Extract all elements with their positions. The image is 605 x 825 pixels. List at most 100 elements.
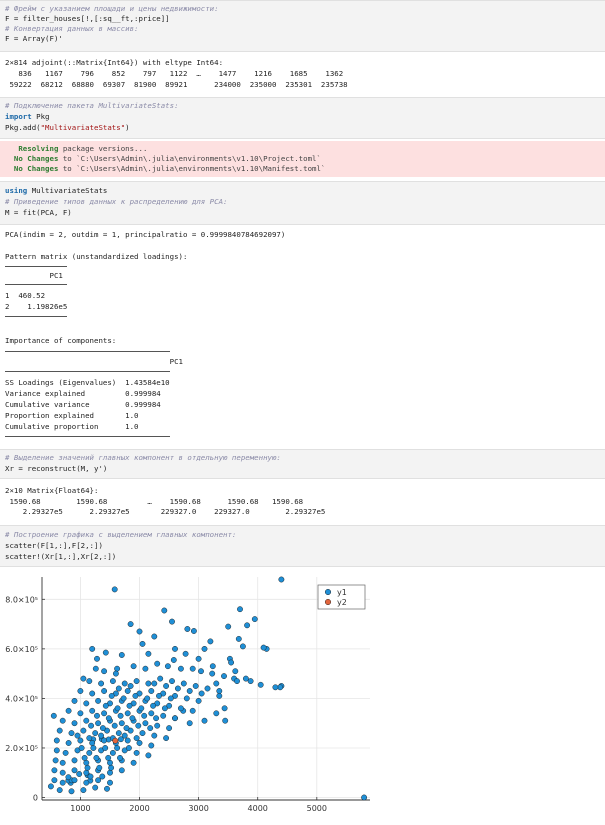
code-line: F = filter_houses[!,[:sq__ft,:price]] [5, 14, 170, 23]
data-point-y1 [87, 773, 94, 780]
data-point-y1 [124, 710, 131, 717]
data-point-y1 [65, 707, 72, 714]
data-point-y1 [89, 707, 96, 714]
code-cell-3[interactable]: using MultivariateStats # Приведение тип… [0, 181, 605, 225]
data-point-y1 [105, 754, 112, 761]
data-point-y1 [71, 697, 78, 704]
data-points [47, 576, 368, 801]
data-point-y1 [92, 665, 99, 672]
data-point-y1 [101, 737, 108, 744]
comment-line: # Конвертация данных в массив: [5, 24, 139, 33]
data-point-y1 [94, 712, 100, 719]
data-point-y1 [133, 735, 140, 742]
output-row: 836 1167 796 852 797 1122 … 1477 1216 16… [5, 69, 344, 78]
data-point-y1 [71, 767, 78, 774]
data-point-y1 [195, 655, 202, 662]
code-cell-1[interactable]: # Фрейм с указанием площади и цены недви… [0, 0, 605, 52]
output-row: 59222 68212 68880 69307 81900 89921 2340… [5, 80, 348, 89]
status-keyword: No Changes [5, 164, 59, 173]
data-point-y1 [150, 702, 157, 709]
data-point-y1 [108, 764, 115, 771]
pattern-row: 1 460.52 [5, 291, 46, 300]
data-point-y1 [232, 668, 239, 675]
data-point-y1 [190, 628, 197, 634]
data-point-y1 [59, 759, 66, 766]
importance-row: Cumulative proportion 1.0 [5, 422, 139, 431]
legend: y1y2 [317, 584, 366, 610]
code-text: Pkg [31, 112, 50, 121]
y-tick-label: 6.0×10⁵ [5, 645, 38, 654]
data-point-y1 [125, 745, 132, 751]
divider [5, 351, 170, 352]
data-point-y1 [80, 675, 87, 682]
data-point-y1 [89, 740, 96, 746]
code-line: Pkg.add("MultivariateStats") [5, 123, 130, 133]
data-point-y1 [68, 788, 75, 795]
data-point-y1 [142, 720, 149, 727]
data-point-y1 [88, 722, 95, 729]
data-point-y1 [136, 740, 143, 746]
data-point-y1 [242, 675, 249, 682]
data-point-y1 [145, 650, 152, 657]
code-cell-2[interactable]: # Подключение пакета MultivariateStats: … [0, 97, 605, 139]
y-tick-label: 8.0×10⁵ [5, 595, 38, 604]
status-text: to `C:\Users\Admin\.julia\environments\v… [58, 154, 321, 163]
keyword: import [5, 112, 32, 121]
data-point-y1 [86, 735, 93, 742]
data-point-y1 [65, 740, 72, 746]
data-point-y1 [177, 665, 184, 672]
data-point-y1 [172, 645, 178, 652]
data-point-y1 [160, 712, 167, 719]
data-point-y1 [154, 660, 161, 667]
data-point-y1 [65, 774, 72, 781]
data-point-y1 [244, 622, 251, 629]
data-point-y1 [272, 684, 279, 691]
status-text: package versions... [58, 144, 148, 153]
data-point-y1 [94, 655, 100, 662]
data-point-y1 [163, 735, 170, 742]
pattern-header: PC1 [5, 271, 63, 280]
data-point-y1 [86, 678, 93, 685]
data-point-y1 [222, 717, 229, 724]
data-point-y1 [114, 745, 121, 751]
data-point-y1 [186, 720, 193, 727]
pca-summary: PCA(indim = 2, outdim = 1, principalrati… [5, 230, 286, 239]
data-point-y1 [52, 757, 59, 764]
comment-line: # Построение графика с выделением главны… [5, 530, 237, 539]
code-cell-5[interactable]: # Построение графика с выделением главны… [0, 525, 605, 567]
data-point-y1 [151, 680, 158, 687]
x-tick-label: 5000 [307, 804, 327, 813]
data-point-y1 [177, 705, 184, 712]
data-point-y1 [102, 649, 109, 656]
code-cell-4[interactable]: # Выделение значений главных компонент в… [0, 449, 605, 479]
data-point-y1 [228, 659, 235, 666]
output-cell-1: 2×814 adjoint(::Matrix{Int64}) with elty… [0, 56, 605, 94]
y-tick-label: 4.0×10⁵ [5, 694, 38, 703]
data-point-y1 [90, 745, 97, 751]
data-point-y1 [198, 690, 205, 697]
data-point-y1 [184, 626, 191, 632]
data-point-y1 [163, 683, 170, 689]
data-point-y1 [161, 705, 168, 712]
code-line: import Pkg [5, 112, 50, 122]
data-point-y1 [147, 725, 154, 732]
code-line: scatter(F[1,:],F[2,:]) [5, 541, 103, 550]
status-keyword: Resolving [5, 144, 59, 153]
data-point-y1 [139, 640, 146, 647]
legend-marker-y2 [324, 598, 332, 606]
y-tick-label: 0 [33, 794, 38, 803]
data-point-y1 [198, 668, 204, 675]
data-point-y1 [101, 668, 108, 675]
data-point-y1 [114, 705, 121, 712]
code-line: using MultivariateStats [5, 186, 107, 196]
scatter-plot: 1000 2000 3000 4000 5000 0 2.0×10⁵ 4.0×10⁵ 6.0×1… [5, 576, 370, 813]
data-point-y1 [189, 707, 196, 714]
data-point-y1 [221, 705, 228, 712]
data-point-y1 [117, 712, 124, 719]
comment-line: # Подключение пакета MultivariateStats: [5, 101, 179, 110]
data-point-y1 [92, 730, 99, 737]
data-point-y1 [71, 720, 78, 727]
output-row: 2.29327e5 2.29327e5 229327.0 229327.0 2.… [5, 507, 326, 516]
data-point-y1 [127, 683, 134, 689]
data-point-y1 [209, 670, 216, 677]
